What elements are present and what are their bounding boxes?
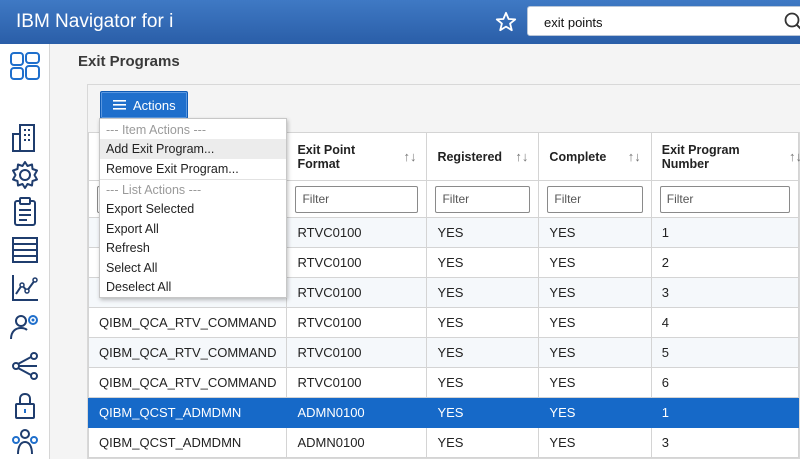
cell-registered: YES [426,277,540,308]
cell-complete: YES [538,277,652,308]
column-header-registered[interactable]: Registered ↑↓ [426,132,540,181]
cell-complete: YES [538,217,652,248]
cell-format: RTVC0100 [286,367,428,398]
chart-icon[interactable] [9,272,41,304]
cell-registered: YES [426,247,540,278]
menu-item-remove-exit-program[interactable]: Remove Exit Program... [100,159,286,179]
actions-button[interactable]: Actions [100,91,188,119]
network-icon[interactable] [9,350,41,382]
cell-number: 5 [650,337,800,368]
cell-registered: YES [426,337,540,368]
menu-item-refresh[interactable]: Refresh [100,238,286,258]
filter-input-registered[interactable] [435,185,531,213]
cell-complete: YES [538,367,652,398]
cell-number: 1 [650,397,800,428]
user-gear-icon[interactable] [9,310,41,342]
star-icon[interactable] [494,10,518,34]
filter-cell [538,180,652,218]
cell-format: RTVC0100 [286,217,428,248]
cell-number: 4 [650,307,800,338]
app-title: IBM Navigator for i [16,11,174,32]
cell-registered: YES [426,367,540,398]
cell-format: RTVC0100 [286,337,428,368]
filter-input-format[interactable] [295,185,419,213]
page-title: Exit Programs [78,53,180,70]
cell-registered: YES [426,427,540,458]
cell-complete: YES [538,397,652,428]
database-icon[interactable] [9,234,41,266]
cell-name: QIBM_QCST_ADMDMN [87,427,288,458]
cell-format: ADMN0100 [286,397,428,428]
building-icon[interactable] [9,122,41,154]
filter-cell [426,180,540,218]
column-header-exit-program-number[interactable]: Exit Program Number ↑↓ [650,132,800,181]
clipboard-icon[interactable] [9,196,41,228]
column-label: Complete [549,149,607,164]
search-box [527,6,800,36]
cell-number: 3 [650,277,800,308]
cell-number: 2 [650,247,800,278]
sort-icon[interactable]: ↑↓ [628,149,641,164]
menu-item-deselect-all[interactable]: Deselect All [100,277,286,297]
dashboard-icon[interactable] [9,50,41,82]
column-label: Exit Program Number [661,142,740,171]
menu-item-select-all[interactable]: Select All [100,258,286,278]
cell-complete: YES [538,307,652,338]
column-header-complete[interactable]: Complete ↑↓ [538,132,652,181]
filter-input-complete[interactable] [547,185,643,213]
cell-complete: YES [538,247,652,278]
menu-icon [113,100,126,110]
cell-name: QIBM_QCA_RTV_COMMAND [87,307,288,338]
cell-number: 3 [650,427,800,458]
cell-name: QIBM_QCA_RTV_COMMAND [87,367,288,398]
search-input[interactable] [544,13,764,31]
menu-item-export-all[interactable]: Export All [100,219,286,239]
search-icon[interactable] [783,11,800,33]
cell-number: 6 [650,367,800,398]
cell-format: RTVC0100 [286,307,428,338]
cell-registered: YES [426,217,540,248]
cell-number: 1 [650,217,800,248]
menu-header-list-actions: --- List Actions --- [106,183,202,197]
column-label: Registered [437,149,503,164]
actions-menu: --- Item Actions --- Add Exit Program...… [99,118,287,298]
filter-input-number[interactable] [659,185,790,213]
cell-complete: YES [538,427,652,458]
cell-format: RTVC0100 [286,277,428,308]
cell-format: RTVC0100 [286,247,428,278]
cell-format: ADMN0100 [286,427,428,458]
column-label: Exit Point Format [297,142,356,171]
top-bar: IBM Navigator for i [0,0,800,44]
menu-item-add-exit-program[interactable]: Add Exit Program... [100,139,286,159]
cell-name: QIBM_QCA_RTV_COMMAND [87,337,288,368]
cell-registered: YES [426,397,540,428]
sort-icon[interactable]: ↑↓ [789,149,800,164]
gear-icon[interactable] [9,159,41,191]
cell-name: QIBM_QCST_ADMDMN [87,397,288,428]
sidebar [0,44,50,459]
menu-header-item-actions: --- Item Actions --- [106,123,207,137]
cell-complete: YES [538,337,652,368]
table-row-selected[interactable]: QIBM_QCST_ADMDMN ADMN0100 YES YES 1 [87,397,800,428]
users-icon[interactable] [9,426,41,458]
filter-cell [286,180,428,218]
cell-registered: YES [426,307,540,338]
table-row[interactable]: QIBM_QCA_RTV_COMMAND RTVC0100 YES YES 6 [87,367,800,398]
table-row[interactable]: QIBM_QCA_RTV_COMMAND RTVC0100 YES YES 5 [87,337,800,368]
table-row[interactable]: QIBM_QCST_ADMDMN ADMN0100 YES YES 3 [87,427,800,458]
lock-icon[interactable] [9,390,41,422]
filter-cell [650,180,800,218]
sort-icon[interactable]: ↑↓ [515,149,528,164]
sort-icon[interactable]: ↑↓ [403,149,416,164]
table-row[interactable]: QIBM_QCA_RTV_COMMAND RTVC0100 YES YES 4 [87,307,800,338]
column-header-exit-point-format[interactable]: Exit Point Format ↑↓ [286,132,428,181]
menu-item-export-selected[interactable]: Export Selected [100,199,286,219]
actions-button-label: Actions [133,98,176,113]
